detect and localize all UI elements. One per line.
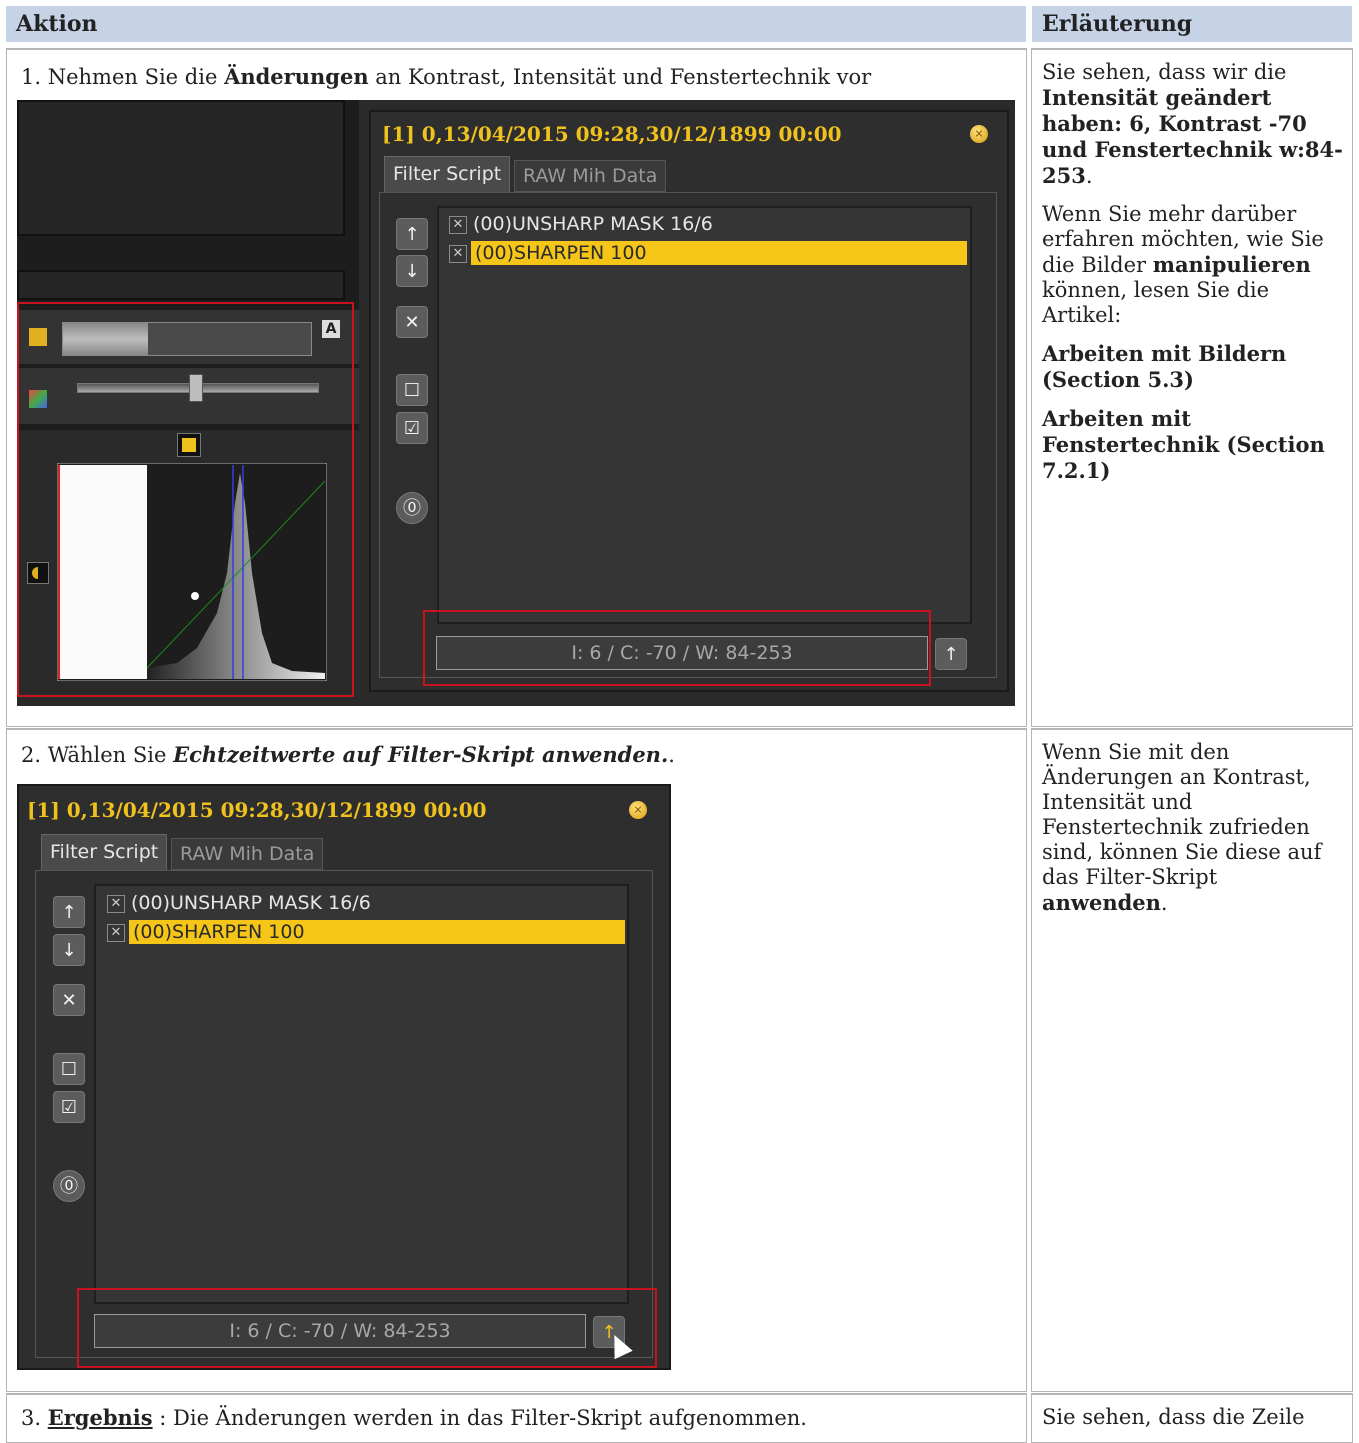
row1-erl-text: Sie sehen, dass wir die Intensität geänd…: [1042, 60, 1343, 483]
row1-aktion-text: 1. Nehmen Sie die Änderungen an Kontrast…: [21, 64, 872, 89]
move-down-button[interactable]: ↓: [396, 255, 428, 287]
panel-title: [1] 0,13/04/2015 09:28,30/12/1899 00:00: [382, 122, 842, 146]
filter-list: [94, 884, 629, 1304]
tab-raw-data[interactable]: RAW Mih Data: [171, 838, 324, 870]
highlight-box-apply: [77, 1288, 657, 1368]
tab-filter-script[interactable]: Filter Script: [384, 156, 511, 192]
row1-aktion-cell: 1. Nehmen Sie die Änderungen an Kontrast…: [6, 48, 1027, 727]
delete-button[interactable]: ✕: [53, 984, 85, 1016]
row1-erl-cell: Sie sehen, dass wir die Intensität geänd…: [1031, 48, 1353, 727]
link-arbeiten-mit-fenstertechnik[interactable]: Arbeiten mit Fenstertechnik (Section 7.2…: [1042, 406, 1325, 483]
panel-title: [1] 0,13/04/2015 09:28,30/12/1899 00:00: [27, 798, 487, 822]
list-item[interactable]: (00)UNSHARP MASK 16/6: [131, 891, 371, 915]
check-all-button[interactable]: ☑: [53, 1091, 85, 1123]
move-up-button[interactable]: ↑: [53, 896, 85, 928]
row2-aktion-cell: 2. Wählen Sie Echtzeitwerte auf Filter-S…: [6, 728, 1027, 1392]
item-checkbox[interactable]: ✕: [449, 245, 467, 263]
reset-button[interactable]: ⓪: [53, 1170, 85, 1202]
list-item[interactable]: (00)UNSHARP MASK 16/6: [473, 212, 713, 236]
tab-filter-script[interactable]: Filter Script: [41, 834, 168, 870]
row3-aktion-cell: 3. Ergebnis : Die Änderungen werden in d…: [6, 1393, 1027, 1443]
delete-button[interactable]: ✕: [396, 306, 428, 338]
row3-aktion-text: 3. Ergebnis : Die Änderungen werden in d…: [21, 1405, 807, 1430]
reset-button[interactable]: ⓪: [396, 492, 428, 524]
header-erlaeuterung: Erläuterung: [1032, 6, 1352, 42]
close-icon[interactable]: ×: [970, 125, 988, 143]
highlight-box-status: [423, 610, 931, 686]
screenshot-1: A [1] 0,13/04/2015 09:28,30/12/1899 00:0…: [17, 100, 1015, 706]
uncheck-all-button[interactable]: ☐: [53, 1053, 85, 1085]
screenshot-2: [1] 0,13/04/2015 09:28,30/12/1899 00:00 …: [17, 784, 671, 1370]
item-checkbox[interactable]: ✕: [107, 924, 125, 942]
row3-erl-text: Sie sehen, dass die Zeile: [1042, 1405, 1305, 1429]
row2-erl-cell: Wenn Sie mit den Änderungen an Kontrast,…: [1031, 728, 1353, 1392]
item-checkbox[interactable]: ✕: [449, 216, 467, 234]
filter-list: [437, 206, 972, 624]
check-all-button[interactable]: ☑: [396, 412, 428, 444]
row2-erl-text: Wenn Sie mit den Änderungen an Kontrast,…: [1042, 740, 1322, 915]
list-item-selected[interactable]: (00)SHARPEN 100: [471, 241, 967, 265]
tab-raw-data[interactable]: RAW Mih Data: [514, 160, 667, 192]
image-viewport: [17, 100, 345, 236]
move-down-button[interactable]: ↓: [53, 934, 85, 966]
instruction-table: Aktion Erläuterung 1. Nehmen Sie die Änd…: [0, 0, 1359, 1443]
item-checkbox[interactable]: ✕: [107, 895, 125, 913]
link-arbeiten-mit-bildern[interactable]: Arbeiten mit Bildern (Section 5.3): [1042, 341, 1286, 392]
apply-button[interactable]: ↑: [935, 638, 967, 670]
uncheck-all-button[interactable]: ☐: [396, 374, 428, 406]
header-aktion: Aktion: [6, 6, 1026, 42]
highlight-box-controls: [17, 302, 354, 697]
row3-erl-cell: Sie sehen, dass die Zeile: [1031, 1393, 1353, 1443]
row2-aktion-text: 2. Wählen Sie Echtzeitwerte auf Filter-S…: [21, 742, 675, 767]
list-item-selected[interactable]: (00)SHARPEN 100: [129, 920, 625, 944]
close-icon[interactable]: ×: [629, 801, 647, 819]
move-up-button[interactable]: ↑: [396, 218, 428, 250]
